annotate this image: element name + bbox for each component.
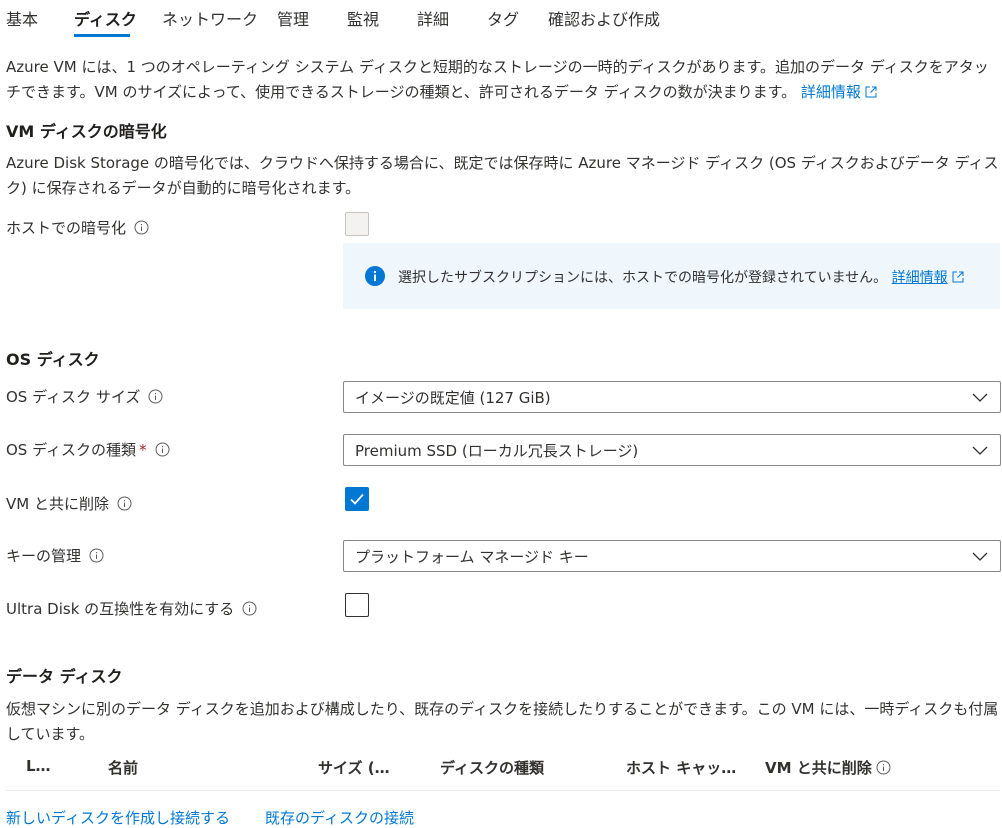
tab-advanced[interactable]: 詳細 xyxy=(417,6,449,30)
key-management-label: キーの管理 xyxy=(6,546,104,566)
info-icon[interactable] xyxy=(89,548,104,563)
intro-learn-more-link[interactable]: 詳細情報 xyxy=(801,83,877,101)
info-bar-learn-more-link[interactable]: 詳細情報 xyxy=(892,270,948,286)
ultra-disk-checkbox[interactable] xyxy=(345,593,369,617)
os-disk-size-dropdown[interactable]: イメージの既定値 (127 GiB) xyxy=(343,381,1001,413)
attach-existing-disk-link[interactable]: 既存のディスクの接続 xyxy=(265,807,414,828)
active-tab-indicator xyxy=(74,34,130,37)
required-mark: * xyxy=(139,441,147,459)
intro-learn-more-label[interactable]: 詳細情報 xyxy=(801,83,861,101)
host-encryption-text: ホストでの暗号化 xyxy=(6,219,127,237)
column-size[interactable]: サイズ (… xyxy=(318,757,390,778)
info-icon[interactable] xyxy=(134,220,149,235)
info-filled-icon xyxy=(365,266,385,286)
info-icon[interactable] xyxy=(876,760,891,775)
info-icon[interactable] xyxy=(242,601,257,616)
tab-basics[interactable]: 基本 xyxy=(6,6,38,30)
key-management-dropdown[interactable]: プラットフォーム マネージド キー xyxy=(343,540,1001,572)
ultra-disk-label: Ultra Disk の互換性を有効にする xyxy=(6,599,257,619)
data-disks-description: 仮想マシンに別のデータ ディスクを追加および構成したり、既存のディスクを接続した… xyxy=(6,700,999,743)
delete-with-vm-checkbox[interactable] xyxy=(345,487,369,511)
data-disks-heading: データ ディスク xyxy=(6,667,123,686)
info-bar-text: 選択したサブスクリプションには、ホストでの暗号化が登録されていません。 xyxy=(398,270,888,286)
info-icon[interactable] xyxy=(148,389,163,404)
info-bar-message: 選択したサブスクリプションには、ホストでの暗号化が登録されていません。 詳細情報 xyxy=(398,267,964,287)
os-disk-type-label: OS ディスクの種類 * xyxy=(6,440,170,460)
tab-monitoring[interactable]: 監視 xyxy=(347,6,379,30)
os-disk-size-text: OS ディスク サイズ xyxy=(6,388,141,406)
os-disk-type-value: Premium SSD (ローカル冗長ストレージ) xyxy=(355,442,639,460)
tab-disks[interactable]: ディスク xyxy=(74,6,137,30)
column-name[interactable]: 名前 xyxy=(108,757,138,778)
chevron-down-icon xyxy=(972,446,988,455)
info-bar-learn-more-label[interactable]: 詳細情報 xyxy=(892,270,948,286)
chevron-down-icon xyxy=(972,393,988,402)
column-disk-type[interactable]: ディスクの種類 xyxy=(440,757,544,778)
key-management-value: プラットフォーム マネージド キー xyxy=(355,548,589,566)
ultra-disk-text: Ultra Disk の互換性を有効にする xyxy=(6,600,235,618)
os-disk-heading: OS ディスク xyxy=(6,350,100,369)
os-disk-type-text: OS ディスクの種類 xyxy=(6,441,137,459)
external-link-icon xyxy=(865,86,877,98)
info-icon[interactable] xyxy=(155,442,170,457)
encryption-heading: VM ディスクの暗号化 xyxy=(6,122,167,141)
os-disk-type-dropdown[interactable]: Premium SSD (ローカル冗長ストレージ) xyxy=(343,434,1001,466)
column-lun[interactable]: L… xyxy=(26,757,51,775)
column-delete-with-vm[interactable]: VM と共に削除 xyxy=(765,757,891,778)
os-disk-size-label: OS ディスク サイズ xyxy=(6,387,163,407)
tab-management[interactable]: 管理 xyxy=(277,6,309,30)
host-encryption-checkbox[interactable] xyxy=(345,212,369,236)
os-disk-size-value: イメージの既定値 (127 GiB) xyxy=(355,389,551,407)
intro-paragraph: Azure VM には、1 つのオペレーティング システム ディスクと短期的なス… xyxy=(6,55,1000,105)
tab-networking[interactable]: ネットワーク xyxy=(162,6,258,30)
host-encryption-info-bar: 選択したサブスクリプションには、ホストでの暗号化が登録されていません。 詳細情報 xyxy=(343,243,1000,309)
tab-tags[interactable]: タグ xyxy=(487,6,519,30)
column-host-caching[interactable]: ホスト キャッ… xyxy=(626,757,736,778)
key-management-text: キーの管理 xyxy=(6,547,82,565)
column-delete-with-vm-label: VM と共に削除 xyxy=(765,759,872,777)
checkmark-icon xyxy=(350,493,364,505)
host-encryption-label: ホストでの暗号化 xyxy=(6,218,149,238)
tab-bar: 基本 ディスク ネットワーク 管理 監視 詳細 タグ 確認および作成 xyxy=(0,0,1002,38)
external-link-icon xyxy=(952,271,964,283)
table-divider xyxy=(6,790,1000,791)
tab-review-create[interactable]: 確認および作成 xyxy=(548,6,660,30)
delete-with-vm-text: VM と共に削除 xyxy=(6,495,109,513)
chevron-down-icon xyxy=(972,552,988,561)
encryption-description: Azure Disk Storage の暗号化では、クラウドへ保持する場合に、既… xyxy=(6,154,999,197)
create-attach-disk-link[interactable]: 新しいディスクを作成し接続する xyxy=(6,807,230,828)
delete-with-vm-label: VM と共に削除 xyxy=(6,494,132,514)
info-icon[interactable] xyxy=(117,496,132,511)
